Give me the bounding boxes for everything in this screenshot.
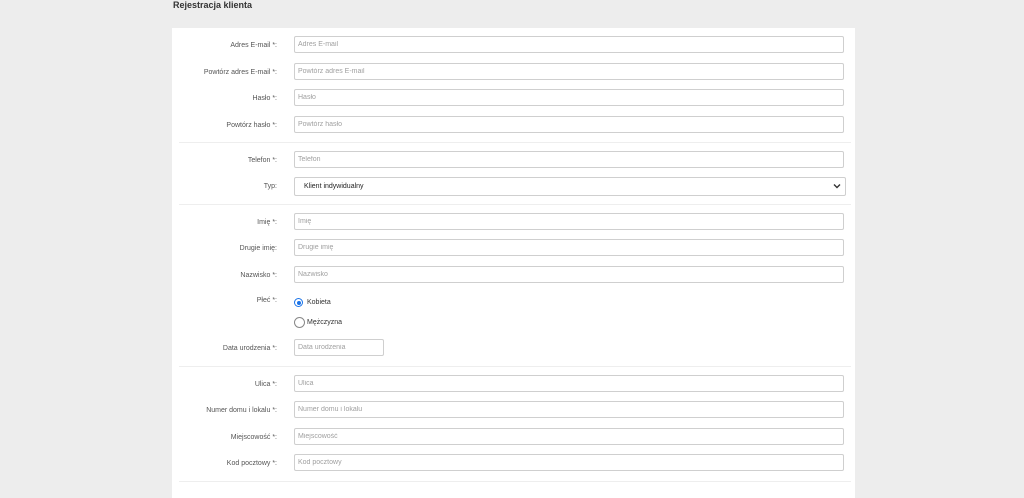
middle-name-row: Drugie imię: (172, 239, 855, 259)
type-label: Typ: (263, 183, 277, 190)
email-row: Adres E-mail *: (172, 36, 855, 56)
type-select-value: Klient indywidualny (304, 183, 364, 190)
last-name-label: Nazwisko *: (240, 272, 277, 279)
password-label: Hasło *: (252, 95, 277, 102)
email-repeat-row: Powtórz adres E-mail *: (172, 63, 855, 83)
house-number-row: Numer domu i lokalu *: (172, 401, 855, 421)
house-number-input[interactable] (294, 401, 844, 418)
phone-row: Telefon *: (172, 151, 855, 171)
email-repeat-label: Powtórz adres E-mail *: (203, 69, 277, 76)
postal-code-input[interactable] (294, 454, 844, 471)
gender-label: Płeć *: (256, 297, 277, 304)
birth-date-row: Data urodzenia *: (172, 339, 855, 359)
radio-checked-icon[interactable] (294, 298, 303, 307)
password-repeat-row: Powtórz hasło *: (172, 116, 855, 136)
phone-label: Telefon *: (247, 157, 277, 164)
middle-name-input[interactable] (294, 239, 844, 256)
street-input[interactable] (294, 375, 844, 392)
city-input[interactable] (294, 428, 844, 445)
password-input[interactable] (294, 89, 844, 106)
city-row: Miejscowość *: (172, 428, 855, 448)
page-title: Rejestracja klienta (173, 0, 253, 10)
section-divider (179, 204, 851, 205)
radio-unchecked-icon[interactable] (294, 317, 305, 328)
birth-date-label: Data urodzenia *: (222, 345, 277, 352)
city-label: Miejscowość *: (230, 434, 277, 441)
password-repeat-label: Powtórz hasło *: (226, 122, 277, 129)
chevron-down-icon (833, 184, 841, 189)
middle-name-label: Drugie imię: (239, 245, 277, 252)
street-row: Ulica *: (172, 375, 855, 395)
phone-input[interactable] (294, 151, 844, 168)
first-name-label: Imię *: (257, 219, 277, 226)
section-divider (179, 366, 851, 367)
last-name-input[interactable] (294, 266, 844, 283)
gender-row: Płeć *: Kobieta Mężczyzna (172, 292, 855, 342)
password-repeat-input[interactable] (294, 116, 844, 133)
gender-option-label: Mężczyzna (307, 319, 343, 326)
section-divider (179, 142, 851, 143)
postal-code-row: Kod pocztowy *: (172, 454, 855, 474)
street-label: Ulica *: (254, 381, 277, 388)
email-repeat-input[interactable] (294, 63, 844, 80)
first-name-input[interactable] (294, 213, 844, 230)
registration-form: Adres E-mail *: Powtórz adres E-mail *: … (172, 28, 855, 498)
email-input[interactable] (294, 36, 844, 53)
section-divider (179, 481, 851, 482)
gender-option-label: Kobieta (307, 299, 331, 306)
last-name-row: Nazwisko *: (172, 266, 855, 286)
postal-code-label: Kod pocztowy *: (226, 460, 277, 467)
birth-date-input[interactable] (294, 339, 384, 356)
type-select[interactable]: Klient indywidualny (294, 177, 846, 196)
type-row: Typ: Klient indywidualny (172, 177, 855, 197)
house-number-label: Numer domu i lokalu *: (206, 407, 277, 414)
email-label: Adres E-mail *: (230, 42, 277, 49)
password-row: Hasło *: (172, 89, 855, 109)
first-name-row: Imię *: (172, 213, 855, 233)
